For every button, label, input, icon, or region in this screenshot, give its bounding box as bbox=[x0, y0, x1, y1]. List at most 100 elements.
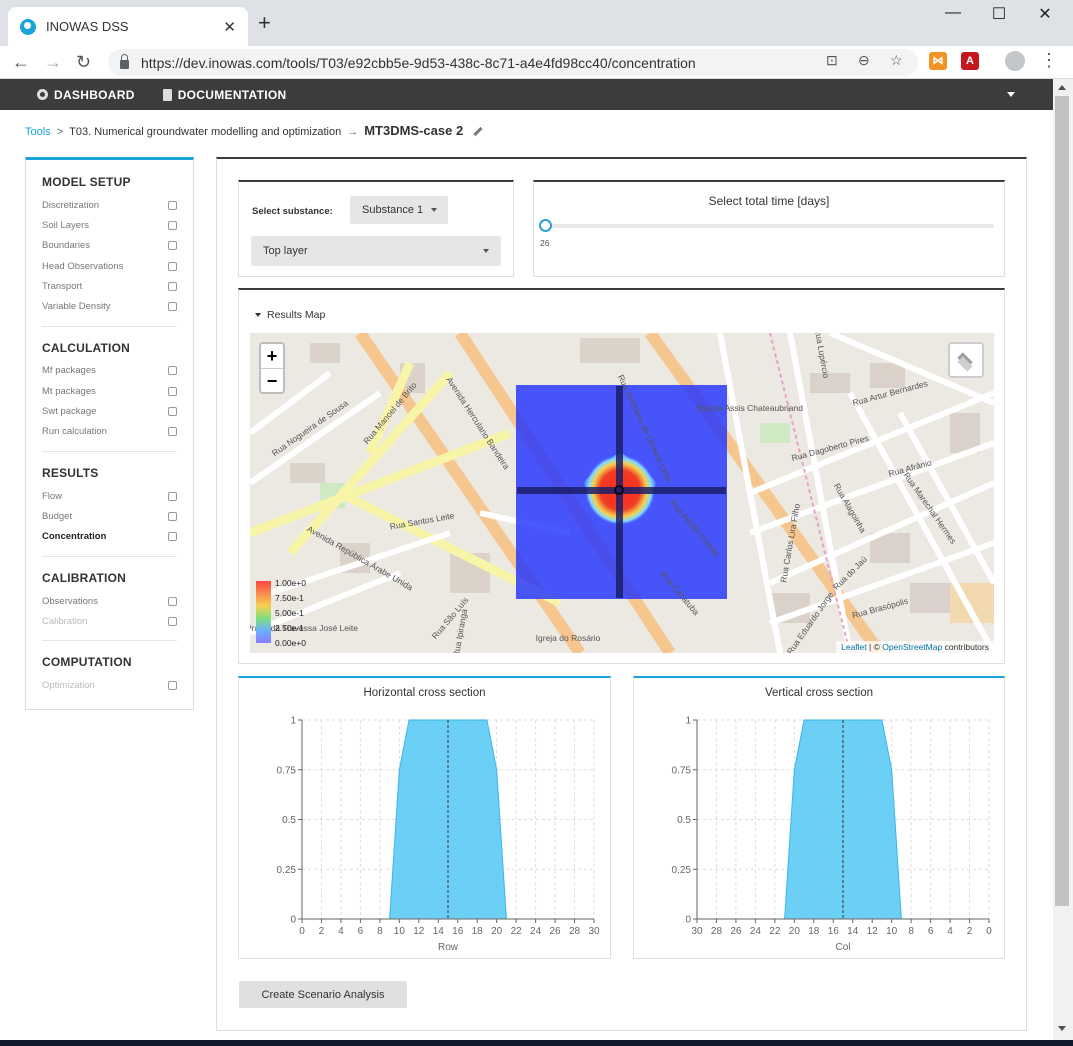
user-menu-caret-icon[interactable] bbox=[1007, 92, 1015, 97]
x-tick-label: 18 bbox=[808, 926, 820, 937]
os-taskbar bbox=[0, 1040, 1073, 1046]
nav-dashboard[interactable]: DASHBOARD bbox=[37, 88, 135, 102]
x-tick-label: 20 bbox=[789, 926, 801, 937]
sidebar-item-head-observations[interactable]: Head Observations bbox=[42, 256, 177, 276]
url-text[interactable]: https://dev.inowas.com/tools/T03/e92cbb5… bbox=[141, 55, 696, 71]
substance-label: Select substance: bbox=[252, 206, 333, 217]
breadcrumb-arrow: → bbox=[347, 126, 359, 138]
budget-icon bbox=[168, 511, 177, 521]
time-title: Select total time [days] bbox=[708, 194, 830, 208]
sidebar-item-mf-packages[interactable]: Mf packages bbox=[42, 361, 177, 381]
vertical-cross-section-card: Vertical cross section 30 28 26 24 22 20 18 16 1… bbox=[633, 676, 1005, 959]
run-calculation-icon bbox=[168, 427, 177, 437]
x-tick-label: 20 bbox=[491, 926, 503, 937]
sidebar-item-budget[interactable]: Budget bbox=[42, 506, 177, 526]
osm-link[interactable]: OpenStreetMap bbox=[882, 642, 942, 652]
forward-button[interactable]: → bbox=[44, 52, 62, 72]
x-tick-label: 10 bbox=[394, 926, 406, 937]
mf-packages-icon bbox=[168, 366, 177, 376]
create-scenario-analysis-button[interactable]: Create Scenario Analysis bbox=[239, 981, 407, 1008]
sidebar-item-label: Mt packages bbox=[42, 385, 96, 397]
sidebar-item-concentration[interactable]: Concentration bbox=[42, 527, 177, 547]
sidebar-divider bbox=[42, 325, 177, 327]
sidebar-heading: COMPUTATION bbox=[42, 655, 132, 670]
profile-avatar-icon[interactable] bbox=[1005, 51, 1025, 71]
x-tick-label: 8 bbox=[908, 926, 914, 937]
x-tick-label: 22 bbox=[511, 926, 523, 937]
time-slider-handle[interactable] bbox=[539, 219, 552, 232]
document-icon bbox=[162, 88, 172, 101]
legend-colorbar bbox=[256, 581, 271, 643]
sidebar-item-soil-layers[interactable]: Soil Layers bbox=[42, 215, 177, 235]
x-tick-label: 28 bbox=[711, 926, 723, 937]
browser-menu-icon[interactable]: ⋮ bbox=[1040, 50, 1058, 71]
zoom-out-button[interactable]: − bbox=[261, 368, 283, 392]
minimize-button[interactable]: — bbox=[938, 4, 968, 22]
translate-icon[interactable]: ⊡ bbox=[826, 52, 838, 69]
extension-1-icon[interactable]: ⋈ bbox=[929, 52, 947, 70]
nav-documentation-label: DOCUMENTATION bbox=[177, 87, 287, 102]
sidebar-item-flow[interactable]: Flow bbox=[42, 486, 177, 506]
sidebar-item-boundaries[interactable]: Boundaries bbox=[42, 236, 177, 256]
substance-dropdown[interactable]: Substance 1 bbox=[350, 196, 448, 224]
observations-icon bbox=[168, 596, 177, 606]
scroll-up-arrow-icon[interactable] bbox=[1058, 85, 1066, 90]
scroll-down-arrow-icon[interactable] bbox=[1058, 1026, 1066, 1031]
chevron-down-icon bbox=[431, 208, 438, 212]
new-tab-button[interactable]: + bbox=[258, 12, 271, 34]
concentration-legend: 1.00e+0 7.50e-1 5.00e-1 2.50e-1 0.00e+0 bbox=[253, 578, 313, 648]
optimization-icon bbox=[168, 681, 177, 691]
sidebar-item-label: Swt package bbox=[42, 406, 97, 418]
x-tick-label: 16 bbox=[828, 926, 840, 937]
leaflet-link[interactable]: Leaflet bbox=[841, 642, 867, 652]
map-street-label: Escola Assis Chateaubriand bbox=[697, 403, 803, 413]
horizontal-cross-section-card: Horizontal cross section 0 2 4 6 8 10 12 14 16 18… bbox=[238, 676, 611, 959]
edit-pencil-icon[interactable] bbox=[473, 126, 483, 137]
x-tick-label: 26 bbox=[550, 926, 562, 937]
x-tick-label: 0 bbox=[986, 926, 992, 937]
breadcrumb-tools-link[interactable]: Tools bbox=[25, 126, 51, 138]
sidebar-item-label: Optimization bbox=[42, 680, 95, 692]
sidebar-item-transport[interactable]: Transport bbox=[42, 276, 177, 296]
model-name: MT3DMS-case 2 bbox=[364, 123, 464, 138]
maximize-button[interactable]: ☐ bbox=[984, 4, 1014, 24]
time-slider-rail[interactable] bbox=[546, 224, 994, 228]
tab-close-icon[interactable]: ✕ bbox=[223, 18, 236, 36]
y-tick-label: 0.25 bbox=[672, 865, 692, 876]
sidebar-item-swt-package[interactable]: Swt package bbox=[42, 401, 177, 421]
sidebar-divider bbox=[42, 450, 177, 452]
sidebar-item-run-calculation[interactable]: Run calculation bbox=[42, 422, 177, 442]
sidebar-item-mt-packages[interactable]: Mt packages bbox=[42, 381, 177, 401]
back-button[interactable]: ← bbox=[12, 52, 30, 72]
pdf-extension-icon[interactable]: A bbox=[961, 52, 979, 70]
transport-icon bbox=[168, 281, 177, 291]
sidebar-item-calibration[interactable]: Calibration bbox=[42, 611, 177, 631]
x-tick-label: 30 bbox=[588, 926, 600, 937]
sidebar-item-label: Concentration bbox=[42, 531, 107, 543]
bookmark-star-icon[interactable]: ☆ bbox=[890, 52, 903, 69]
reload-button[interactable]: ↻ bbox=[76, 52, 91, 72]
layer-dropdown[interactable]: Top layer bbox=[251, 236, 501, 266]
results-map-toggle[interactable]: Results Map bbox=[255, 309, 325, 321]
sidebar-item-observations[interactable]: Observations bbox=[42, 591, 177, 611]
sidebar-item-discretization[interactable]: Discretization bbox=[42, 195, 177, 215]
sidebar-item-optimization[interactable]: Optimization bbox=[42, 675, 177, 695]
flow-icon bbox=[168, 491, 177, 501]
sidebar-item-label: Soil Layers bbox=[42, 219, 89, 231]
url-field[interactable]: https://dev.inowas.com/tools/T03/e92cbb5… bbox=[108, 49, 918, 76]
browser-tab[interactable]: INOWAS DSS ✕ bbox=[8, 7, 248, 46]
zoom-in-button[interactable]: + bbox=[261, 344, 283, 368]
leaflet-map[interactable]: Avenida Herculano Bandeira Rua Manoel de … bbox=[250, 333, 994, 653]
time-slider-card: Select total time [days] 26 bbox=[533, 180, 1005, 277]
scrollbar-thumb[interactable] bbox=[1055, 96, 1069, 906]
x-tick-label: 4 bbox=[947, 926, 953, 937]
zoom-icon[interactable]: ⊖ bbox=[858, 52, 870, 69]
layers-icon[interactable] bbox=[948, 342, 984, 378]
x-tick-label: 12 bbox=[413, 926, 425, 937]
x-tick-label: 14 bbox=[433, 926, 445, 937]
sidebar-item-variable-density[interactable]: Variable Density bbox=[42, 296, 177, 316]
breadcrumb-tool-name[interactable]: T03. Numerical groundwater modelling and… bbox=[69, 126, 341, 138]
window-close-button[interactable]: ✕ bbox=[1030, 4, 1060, 24]
nav-documentation[interactable]: DOCUMENTATION bbox=[162, 87, 287, 102]
substance-selected: Substance 1 bbox=[362, 204, 424, 216]
